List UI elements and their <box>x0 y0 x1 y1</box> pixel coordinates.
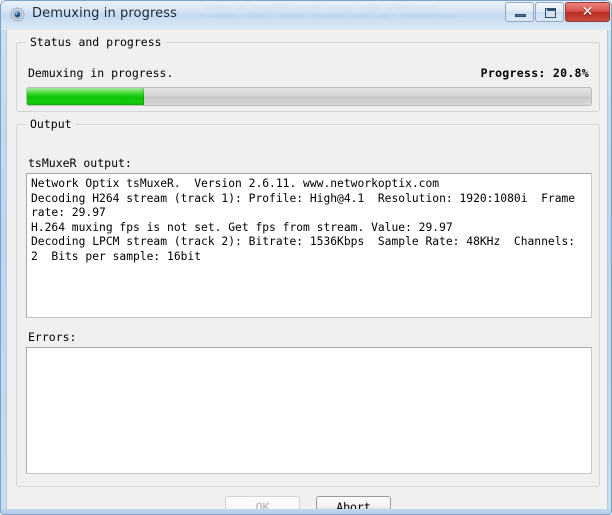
progress-percent-label: Progress: 20.8% <box>480 66 589 80</box>
gear-disc-icon <box>9 7 26 24</box>
status-group-title: Status and progress <box>26 35 166 49</box>
errors-label: Errors: <box>28 330 77 344</box>
progress-bar <box>26 87 592 106</box>
dialog-window: ─ ───── ── ───────── ────── ────── ─────… <box>0 0 612 515</box>
close-icon: ✕ <box>581 4 594 20</box>
tsmuxer-output-textarea[interactable]: Network Optix tsMuxeR. Version 2.6.11. w… <box>26 173 592 318</box>
progress-bar-fill <box>27 88 145 105</box>
output-log-line: H.264 muxing fps is not set. Get fps fro… <box>31 220 453 234</box>
close-button[interactable]: ✕ <box>565 2 610 22</box>
minimize-button[interactable] <box>505 2 534 22</box>
maximize-button[interactable] <box>535 2 564 22</box>
window-controls: ✕ <box>505 2 610 22</box>
title-bar[interactable]: ─ ───── ── ───────── ────── ────── ─────… <box>1 1 611 30</box>
window-title: Demuxing in progress <box>32 6 177 21</box>
output-group: Output tsMuxeR output: Network Optix tsM… <box>16 117 600 487</box>
maximize-icon <box>545 8 556 18</box>
errors-textarea[interactable] <box>26 347 592 474</box>
window-frame-bottom <box>1 509 611 514</box>
output-log-line: Decoding H264 stream (track 1): Profile:… <box>31 191 582 220</box>
glass-background-ghost-text: ─ ───── ── ───────── ────── ────── ─────… <box>201 4 457 20</box>
tsmuxer-output-label: tsMuxeR output: <box>28 156 132 170</box>
status-message: Demuxing in progress. <box>28 66 174 80</box>
status-and-progress-group: Status and progress Demuxing in progress… <box>16 35 600 112</box>
minimize-icon <box>515 14 526 17</box>
output-group-title: Output <box>26 117 76 131</box>
dialog-client-area: Status and progress Demuxing in progress… <box>6 30 608 514</box>
output-log-lines: Network Optix tsMuxeR. Version 2.6.11. w… <box>31 177 587 265</box>
output-log-line: Network Optix tsMuxeR. Version 2.6.11. w… <box>31 177 440 190</box>
output-log-line: Decoding LPCM stream (track 2): Bitrate:… <box>31 235 582 263</box>
